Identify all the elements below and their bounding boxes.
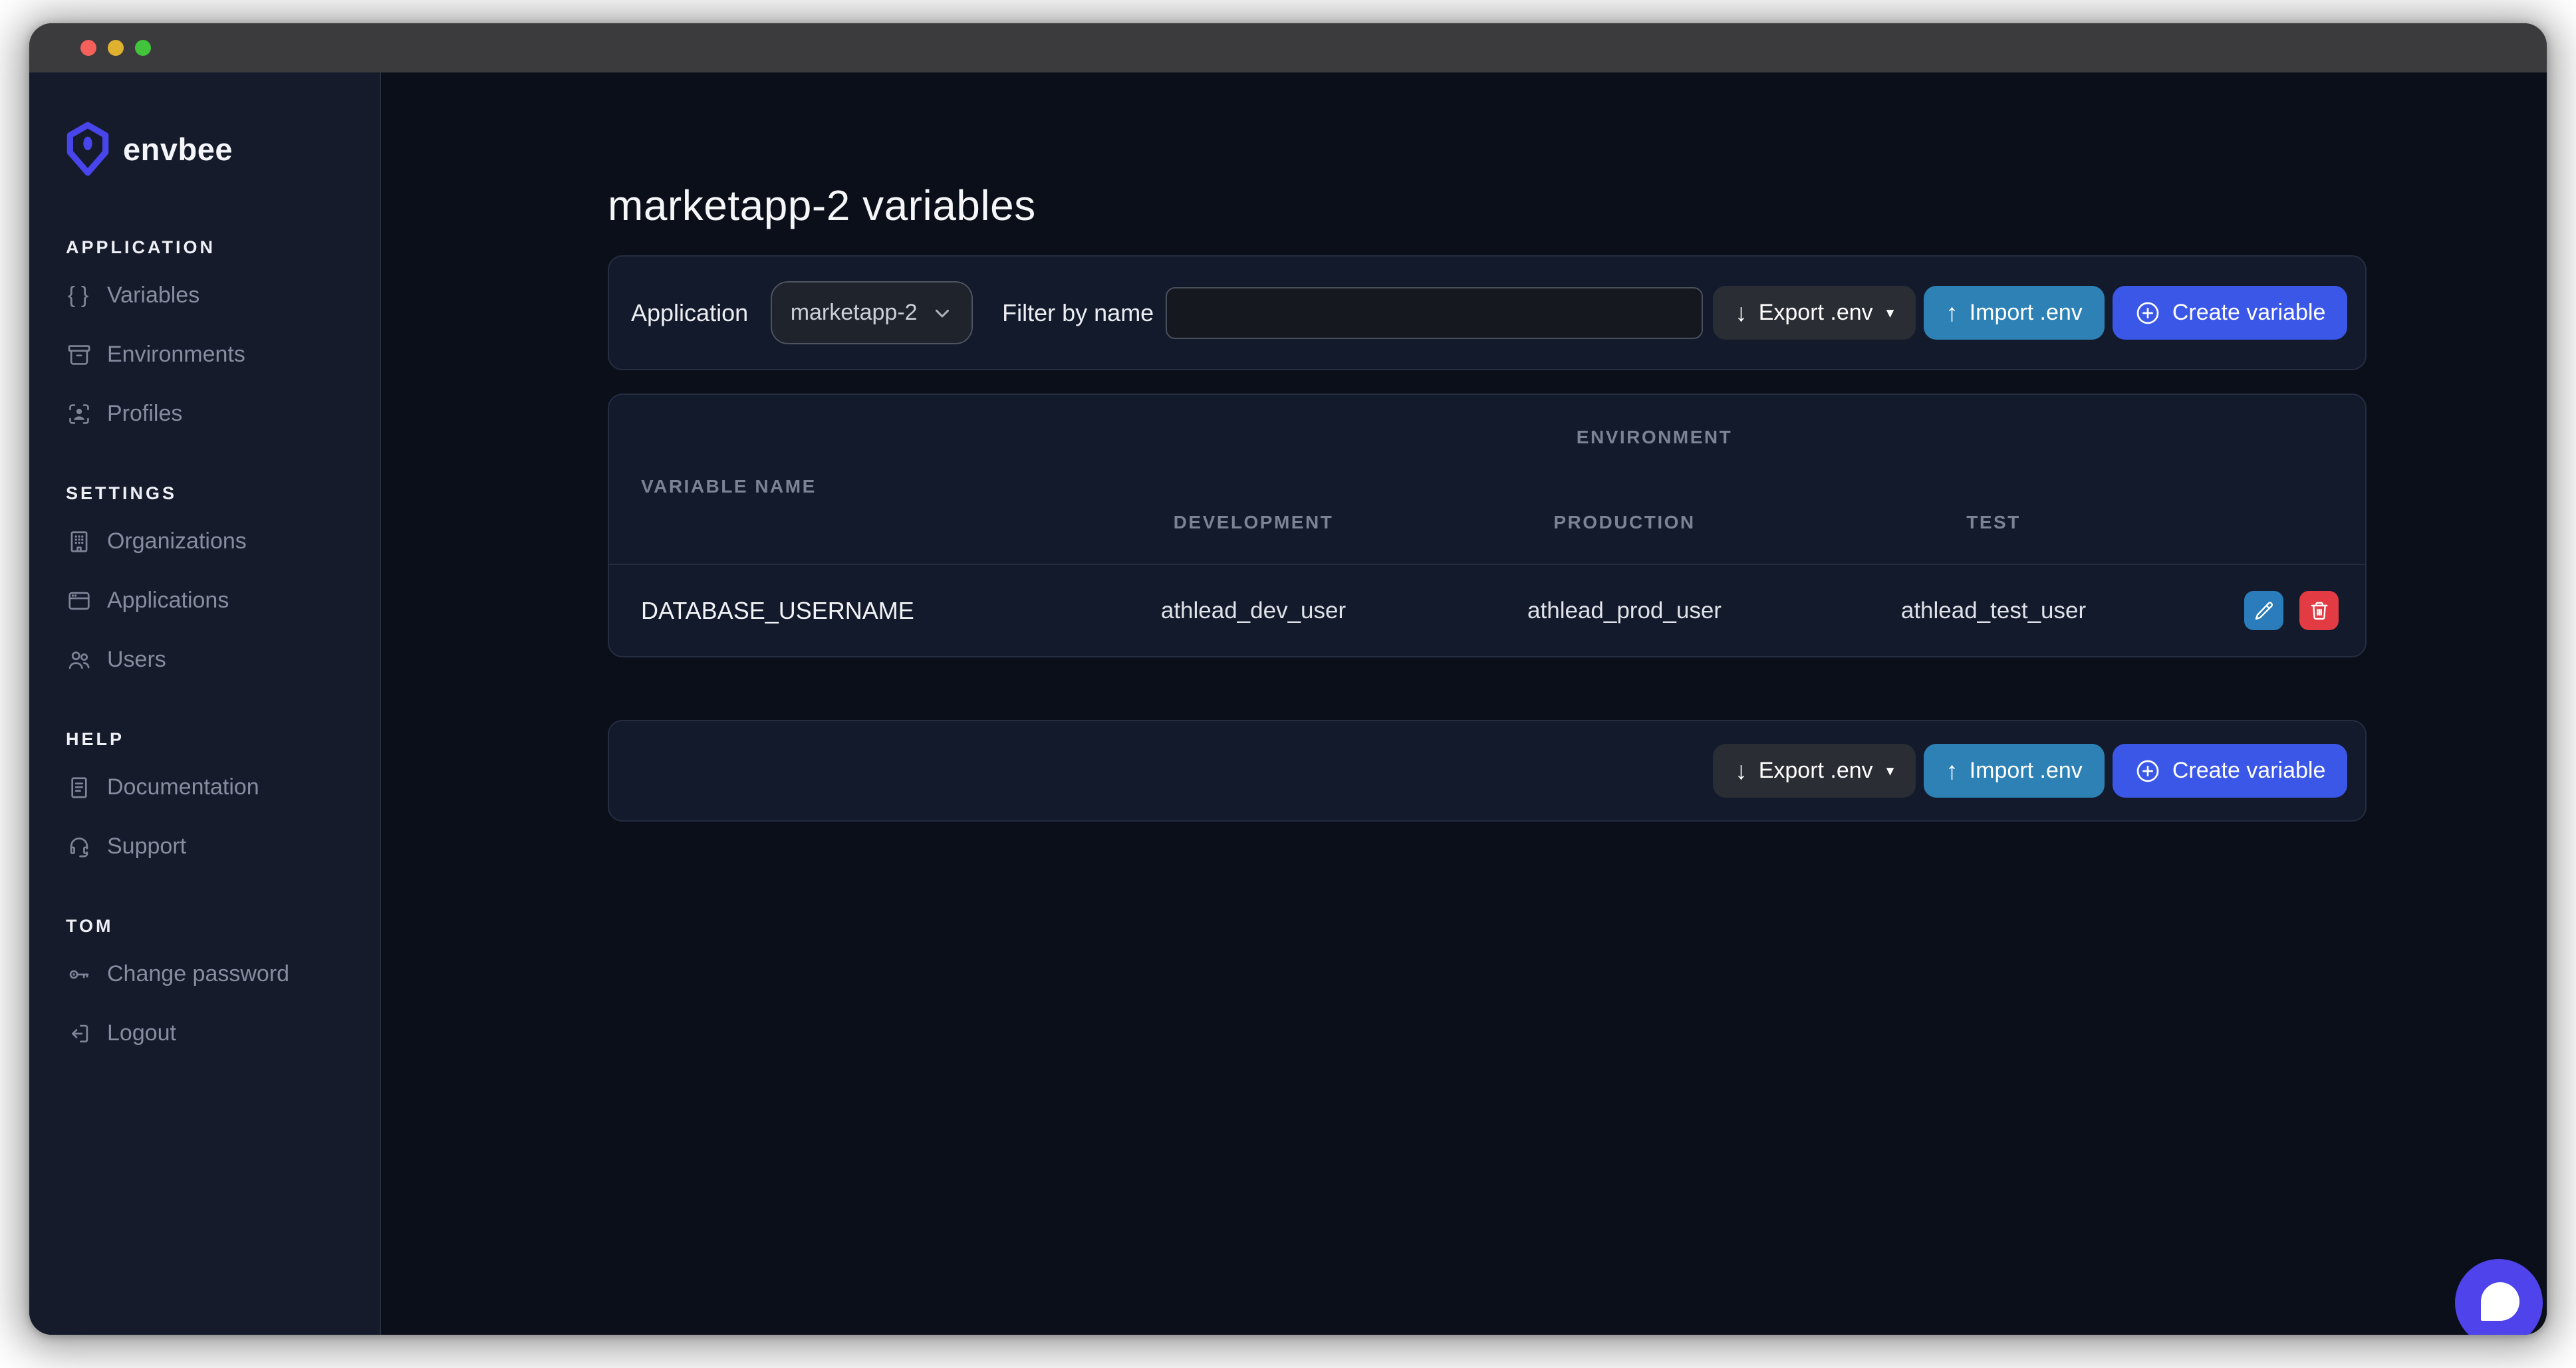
section-label: HELP [66,729,380,750]
table-row: DATABASE_USERNAME athlead_dev_user athle… [609,564,2365,656]
filter-by-name-label: Filter by name [1002,299,1154,327]
caret-down-icon: ▾ [1886,762,1894,780]
app-window-icon [66,588,92,614]
create-variable-button-bottom[interactable]: Create variable [2113,744,2348,798]
minimize-window-button[interactable] [108,40,124,56]
column-header-test: TEST [1810,512,2177,533]
brand: envbee [66,122,380,176]
brand-name: envbee [123,131,233,168]
export-env-button-bottom[interactable]: ↓ Export .env ▾ [1713,744,1916,798]
logout-icon [66,1020,92,1047]
plus-circle-icon [2134,300,2161,326]
application-select-value: marketapp-2 [791,300,918,326]
application-select[interactable]: marketapp-2 [771,281,973,344]
key-icon [66,961,92,988]
window-titlebar [29,23,2547,72]
development-value-cell: athlead_dev_user [1068,598,1439,624]
sidebar-item-organizations[interactable]: Organizations [66,512,380,571]
headset-icon [66,834,92,860]
building-icon [66,528,92,555]
export-env-button[interactable]: ↓ Export .env ▾ [1713,286,1916,340]
sidebar-section-settings: SETTINGS Organizations [66,483,380,689]
chevron-down-icon [931,302,954,324]
document-icon [66,774,92,801]
delete-variable-button[interactable] [2299,591,2339,630]
sidebar-item-profiles[interactable]: Profiles [66,384,380,443]
filter-bar: Application marketapp-2 Filter by name ↓… [608,255,2367,370]
main-content: marketapp-2 variables Application market… [381,72,2547,1335]
sidebar-item-change-password[interactable]: Change password [66,945,380,1004]
sidebar-item-variables[interactable]: { } Variables [66,266,380,325]
sidebar-item-documentation[interactable]: Documentation [66,758,380,817]
sidebar-nav: APPLICATION { } Variables [66,237,380,1063]
envbee-logo-icon [66,122,110,176]
sidebar-item-logout[interactable]: Logout [66,1004,380,1063]
chat-bubble-icon [2481,1282,2519,1321]
variable-name-cell: DATABASE_USERNAME [609,597,1068,625]
column-header-development: DEVELOPMENT [1068,512,1439,533]
section-label: SETTINGS [66,483,380,504]
archive-icon [66,342,92,368]
sidebar-section-help: HELP Documentation [66,729,380,876]
sidebar-item-environments[interactable]: Environments [66,325,380,384]
close-window-button[interactable] [80,40,96,56]
import-env-button-bottom[interactable]: ↑ Import .env [1924,744,2105,798]
sidebar-item-users[interactable]: Users [66,630,380,689]
create-variable-button[interactable]: Create variable [2113,286,2348,340]
sidebar: envbee APPLICATION { } Variables [29,72,381,1335]
column-header-production: PRODUCTION [1439,512,1810,533]
production-value-cell: athlead_prod_user [1439,598,1810,624]
app-window: envbee APPLICATION { } Variables [29,23,2547,1335]
trash-icon [2309,600,2330,622]
edit-variable-button[interactable] [2244,591,2283,630]
sidebar-section-application: APPLICATION { } Variables [66,237,380,443]
table-header: ENVIRONMENT VARIABLE NAME DEVELOPMENT PR… [609,395,2365,564]
sidebar-item-support[interactable]: Support [66,817,380,876]
environment-group-header: ENVIRONMENT [1100,427,2209,448]
app-body: envbee APPLICATION { } Variables [29,72,2547,1335]
zoom-window-button[interactable] [135,40,151,56]
column-header-variable-name: VARIABLE NAME [641,476,817,497]
arrow-up-icon: ↑ [1946,300,1958,325]
variables-table: ENVIRONMENT VARIABLE NAME DEVELOPMENT PR… [608,394,2367,657]
page-title: marketapp-2 variables [608,181,2367,230]
sidebar-section-user: TOM Change password [66,916,380,1063]
pencil-icon [2254,600,2275,622]
braces-icon: { } [66,283,92,309]
arrow-down-icon: ↓ [1735,300,1747,325]
arrow-up-icon: ↑ [1946,758,1958,783]
row-actions [2177,591,2365,630]
test-value-cell: athlead_test_user [1810,598,2177,624]
section-label: APPLICATION [66,237,380,258]
filter-by-name-input[interactable] [1166,287,1703,339]
profile-badge-icon [66,401,92,427]
bottom-action-bar: ↓ Export .env ▾ ↑ Import .env Create var… [608,720,2367,822]
section-label: TOM [66,916,380,937]
sidebar-item-applications[interactable]: Applications [66,571,380,630]
users-icon [66,647,92,673]
application-label: Application [631,299,748,327]
plus-circle-icon [2134,758,2161,784]
arrow-down-icon: ↓ [1735,758,1747,783]
caret-down-icon: ▾ [1886,304,1894,322]
import-env-button[interactable]: ↑ Import .env [1924,286,2105,340]
